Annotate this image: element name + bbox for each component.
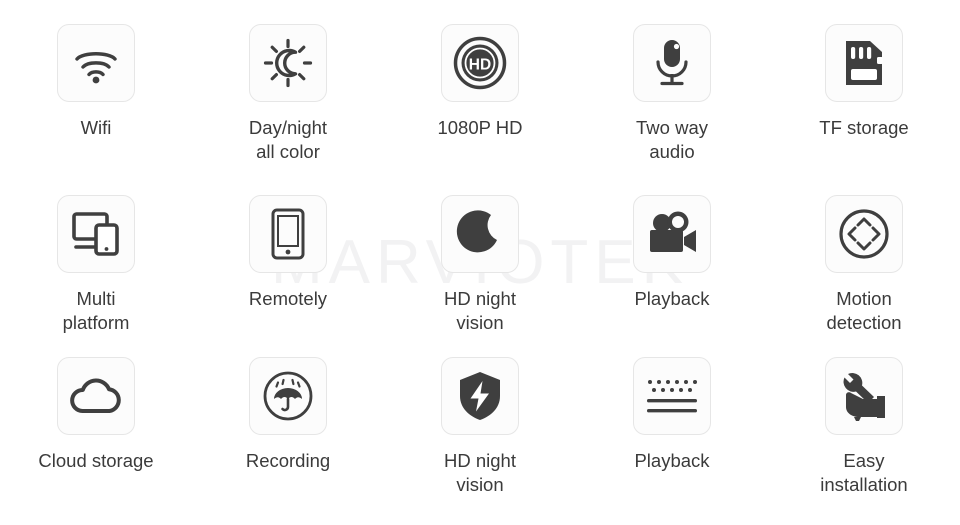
feature-item-easy-installation[interactable]: Easy installation xyxy=(768,343,960,525)
wifi-icon xyxy=(70,37,122,89)
feature-label: Motion detection xyxy=(826,288,902,333)
feature-grid: Wifi Day/night all color HD 1080P HD Two… xyxy=(0,0,960,525)
tf-card-icon-tile[interactable] xyxy=(825,24,903,102)
feature-item-recording[interactable]: Recording xyxy=(192,343,384,525)
feature-item-wifi[interactable]: Wifi xyxy=(0,0,192,175)
hand-wrench-icon xyxy=(837,370,891,422)
feature-item-tf-storage[interactable]: TF storage xyxy=(768,0,960,175)
cloud-icon xyxy=(68,375,124,417)
hd-badge-icon: HD xyxy=(453,36,507,90)
day-night-icon xyxy=(262,37,314,89)
feature-item-playback-timeline[interactable]: Playback xyxy=(576,343,768,525)
feature-label: Wifi xyxy=(80,117,112,138)
microphone-icon xyxy=(647,37,697,89)
feature-item-1080p-hd[interactable]: HD 1080P HD xyxy=(384,0,576,175)
hd-badge-icon-tile[interactable]: HD xyxy=(441,24,519,102)
feature-item-playback-camera[interactable]: Playback xyxy=(576,175,768,343)
smartphone-icon-tile[interactable] xyxy=(249,195,327,273)
smartphone-icon xyxy=(269,207,307,261)
wifi-icon-tile[interactable] xyxy=(57,24,135,102)
cloud-icon-tile[interactable] xyxy=(57,357,135,435)
feature-item-day-night[interactable]: Day/night all color xyxy=(192,0,384,175)
feature-label: Easy installation xyxy=(820,450,908,495)
feature-label: Cloud storage xyxy=(38,450,154,471)
movie-camera-icon xyxy=(645,210,699,258)
feature-label: Remotely xyxy=(248,288,328,309)
feature-item-two-way-audio[interactable]: Two way audio xyxy=(576,0,768,175)
moon-icon xyxy=(455,209,505,259)
multi-device-icon-tile[interactable] xyxy=(57,195,135,273)
umbrella-rain-icon-tile[interactable] xyxy=(249,357,327,435)
shield-bolt-icon-tile[interactable] xyxy=(441,357,519,435)
dots-lines-icon-tile[interactable] xyxy=(633,357,711,435)
day-night-icon-tile[interactable] xyxy=(249,24,327,102)
pan-tilt-arrows-icon xyxy=(838,208,890,260)
feature-item-remotely[interactable]: Remotely xyxy=(192,175,384,343)
tf-card-icon xyxy=(840,37,888,89)
umbrella-rain-icon xyxy=(261,369,315,423)
feature-label: HD night vision xyxy=(444,288,516,333)
svg-text:HD: HD xyxy=(469,57,491,74)
feature-label: Multi platform xyxy=(62,288,130,333)
pan-tilt-arrows-icon-tile[interactable] xyxy=(825,195,903,273)
feature-item-hd-night-vision-shield[interactable]: HD night vision xyxy=(384,343,576,525)
movie-camera-icon-tile[interactable] xyxy=(633,195,711,273)
shield-bolt-icon xyxy=(457,370,503,422)
feature-item-multi-platform[interactable]: Multi platform xyxy=(0,175,192,343)
feature-label: TF storage xyxy=(819,117,909,138)
moon-icon-tile[interactable] xyxy=(441,195,519,273)
feature-label: Two way audio xyxy=(636,117,708,162)
multi-device-icon xyxy=(70,210,122,258)
feature-label: Recording xyxy=(245,450,331,471)
dots-lines-icon xyxy=(645,376,699,416)
microphone-icon-tile[interactable] xyxy=(633,24,711,102)
feature-item-cloud-storage[interactable]: Cloud storage xyxy=(0,343,192,525)
feature-item-motion-detection[interactable]: Motion detection xyxy=(768,175,960,343)
hand-wrench-icon-tile[interactable] xyxy=(825,357,903,435)
feature-label: Playback xyxy=(634,288,710,309)
feature-label: Playback xyxy=(634,450,710,471)
feature-label: 1080P HD xyxy=(437,117,523,138)
feature-label: Day/night all color xyxy=(248,117,328,162)
feature-item-hd-night-vision-moon[interactable]: HD night vision xyxy=(384,175,576,343)
feature-label: HD night vision xyxy=(444,450,516,495)
